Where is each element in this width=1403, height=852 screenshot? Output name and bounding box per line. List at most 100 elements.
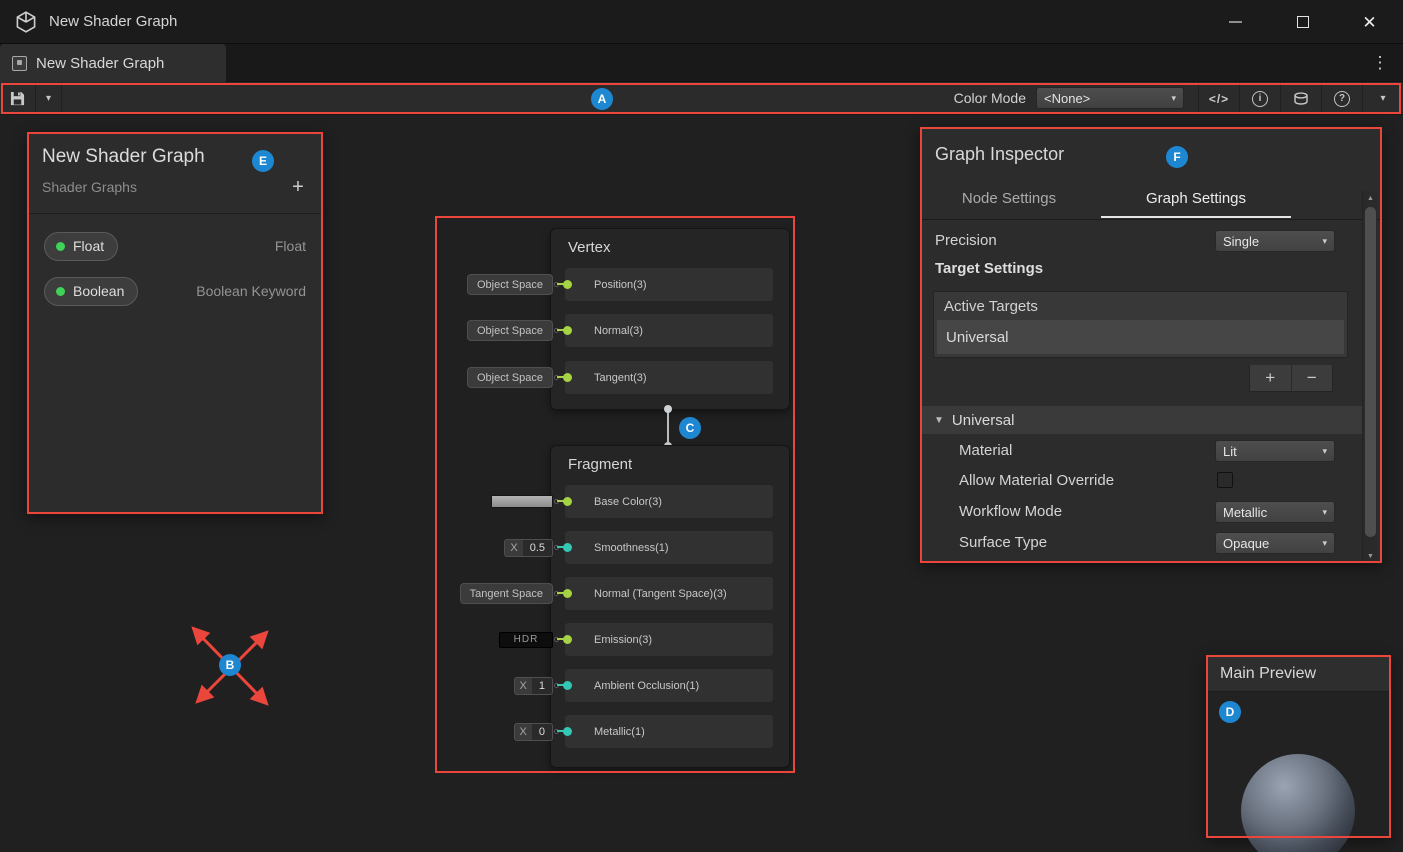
port-row[interactable]: Ambient Occlusion(1) xyxy=(565,669,773,702)
inspector-scrollbar[interactable]: ▲ ▼ xyxy=(1362,191,1377,563)
blackboard-title: New Shader Graph xyxy=(42,146,205,168)
input-space-pill[interactable]: Object Space xyxy=(467,274,553,295)
fragment-row-metallic: X0 Metallic(1) xyxy=(445,715,773,748)
window-title: New Shader Graph xyxy=(49,13,177,30)
annotation-badge-d: D xyxy=(1219,701,1241,723)
blackboard-toggle-button[interactable] xyxy=(1280,82,1321,115)
input-space-pill[interactable]: Tangent Space xyxy=(460,583,553,604)
port-dot-icon[interactable] xyxy=(563,373,572,382)
port-row[interactable]: Smoothness(1) xyxy=(565,531,773,564)
maximize-button[interactable] xyxy=(1269,0,1336,44)
property-pill[interactable]: Float xyxy=(44,232,118,261)
workflow-mode-label: Workflow Mode xyxy=(959,503,1062,520)
port-row[interactable]: Normal(3) xyxy=(565,314,773,347)
unity-shader-graph-window: New Shader Graph ✕ New Shader Graph ⋮ ▾ … xyxy=(0,0,1403,852)
main-preview-panel: Main Preview xyxy=(1206,655,1391,838)
allow-material-override-label: Allow Material Override xyxy=(959,472,1114,489)
blackboard-subtitle: Shader Graphs xyxy=(42,179,137,195)
shader-graph-asset-icon xyxy=(12,56,27,71)
property-row-boolean[interactable]: Boolean Boolean Keyword xyxy=(28,274,322,308)
color-mode-dropdown[interactable]: <None> ▾ xyxy=(1036,87,1184,109)
caret-down-icon: ▾ xyxy=(1322,507,1327,518)
scroll-down-arrow[interactable]: ▼ xyxy=(1363,549,1378,563)
hdr-color-field[interactable]: HDR xyxy=(499,632,553,648)
port-row[interactable]: Position(3) xyxy=(565,268,773,301)
vertex-row-position: Object Space Position(3) xyxy=(445,268,773,301)
close-button[interactable]: ✕ xyxy=(1336,0,1403,44)
port-row[interactable]: Tangent(3) xyxy=(565,361,773,394)
main-preview-title: Main Preview xyxy=(1207,656,1390,692)
blackboard-panel: New Shader Graph Shader Graphs + Float F… xyxy=(27,132,323,514)
port-dot-icon[interactable] xyxy=(563,635,572,644)
precision-dropdown[interactable]: Single ▾ xyxy=(1215,230,1335,252)
annotation-badge-e: E xyxy=(252,150,274,172)
add-target-button[interactable]: + xyxy=(1250,365,1292,391)
universal-foldout[interactable]: ▼ Universal xyxy=(922,406,1362,434)
active-targets-box: Active Targets Universal xyxy=(933,291,1348,358)
port-dot-icon[interactable] xyxy=(563,543,572,552)
save-options-dropdown-button[interactable]: ▾ xyxy=(36,82,62,115)
surface-type-dropdown[interactable]: Opaque ▾ xyxy=(1215,532,1335,554)
material-dropdown[interactable]: Lit ▾ xyxy=(1215,440,1335,462)
active-target-universal[interactable]: Universal xyxy=(937,320,1344,354)
surface-type-label: Surface Type xyxy=(959,534,1047,551)
port-row[interactable]: Base Color(3) xyxy=(565,485,773,518)
annotation-badge-c: C xyxy=(679,417,701,439)
port-dot-icon[interactable] xyxy=(563,681,572,690)
fragment-row-ambient-occlusion: X1 Ambient Occlusion(1) xyxy=(445,669,773,702)
help-button[interactable]: ? xyxy=(1321,82,1362,115)
tab-node-settings[interactable]: Node Settings xyxy=(949,190,1069,216)
inspector-tabs: Node Settings Graph Settings xyxy=(921,186,1381,220)
caret-down-icon: ▾ xyxy=(1171,93,1176,104)
workflow-mode-dropdown[interactable]: Metallic ▾ xyxy=(1215,501,1335,523)
input-space-pill[interactable]: Object Space xyxy=(467,367,553,388)
tab-label: New Shader Graph xyxy=(36,55,164,72)
port-dot-icon[interactable] xyxy=(563,497,572,506)
port-row[interactable]: Emission(3) xyxy=(565,623,773,656)
graph-inspector-title: Graph Inspector xyxy=(935,144,1064,165)
tab-graph-settings[interactable]: Graph Settings xyxy=(1101,190,1291,218)
fragment-row-smoothness: X0.5 Smoothness(1) xyxy=(445,531,773,564)
port-dot-icon[interactable] xyxy=(563,727,572,736)
annotation-badge-b: B xyxy=(219,654,241,676)
edge-endpoint-dot xyxy=(664,405,672,413)
property-row-float[interactable]: Float Float xyxy=(28,229,322,263)
base-color-swatch[interactable] xyxy=(491,495,553,508)
port-dot-icon[interactable] xyxy=(563,280,572,289)
graph-inspector-panel: Graph Inspector Node Settings Graph Sett… xyxy=(920,127,1382,563)
port-row[interactable]: Normal (Tangent Space)(3) xyxy=(565,577,773,610)
allow-material-override-checkbox[interactable] xyxy=(1217,472,1233,488)
tab-overflow-menu-button[interactable]: ⋮ xyxy=(1367,44,1393,82)
divider xyxy=(28,213,322,214)
info-icon: i xyxy=(1252,91,1268,107)
tab-new-shader-graph[interactable]: New Shader Graph xyxy=(0,44,226,82)
save-asset-button[interactable] xyxy=(0,82,36,115)
remove-target-button[interactable]: − xyxy=(1292,365,1333,391)
context-edge xyxy=(667,409,669,445)
toolbar-spacer xyxy=(62,82,946,114)
material-label: Material xyxy=(959,442,1012,459)
color-mode-label: Color Mode xyxy=(946,82,1036,114)
float-input-field[interactable]: X0 xyxy=(514,723,553,741)
property-pill[interactable]: Boolean xyxy=(44,277,138,306)
precision-label: Precision xyxy=(935,232,997,249)
caret-down-icon: ▾ xyxy=(1322,236,1327,247)
vertex-node-title: Vertex xyxy=(568,239,611,256)
minimize-icon xyxy=(1229,21,1242,23)
port-dot-icon[interactable] xyxy=(563,326,572,335)
scroll-up-arrow[interactable]: ▲ xyxy=(1363,191,1378,205)
minimize-button[interactable] xyxy=(1202,0,1269,44)
port-row[interactable]: Metallic(1) xyxy=(565,715,773,748)
property-name: Float xyxy=(73,238,104,254)
toolbar-overflow-button[interactable]: ▾ xyxy=(1362,82,1403,115)
scrollbar-thumb[interactable] xyxy=(1365,207,1376,537)
port-dot-icon[interactable] xyxy=(563,589,572,598)
targets-add-remove-bar: + − xyxy=(1249,365,1333,392)
caret-down-icon: ▾ xyxy=(1380,93,1385,104)
graph-inspector-toggle-button[interactable]: i xyxy=(1239,82,1280,115)
float-input-field[interactable]: X0.5 xyxy=(504,539,553,557)
input-space-pill[interactable]: Object Space xyxy=(467,320,553,341)
view-generated-shader-button[interactable]: </> xyxy=(1198,82,1239,115)
add-property-button[interactable]: + xyxy=(286,175,310,199)
float-input-field[interactable]: X1 xyxy=(514,677,553,695)
